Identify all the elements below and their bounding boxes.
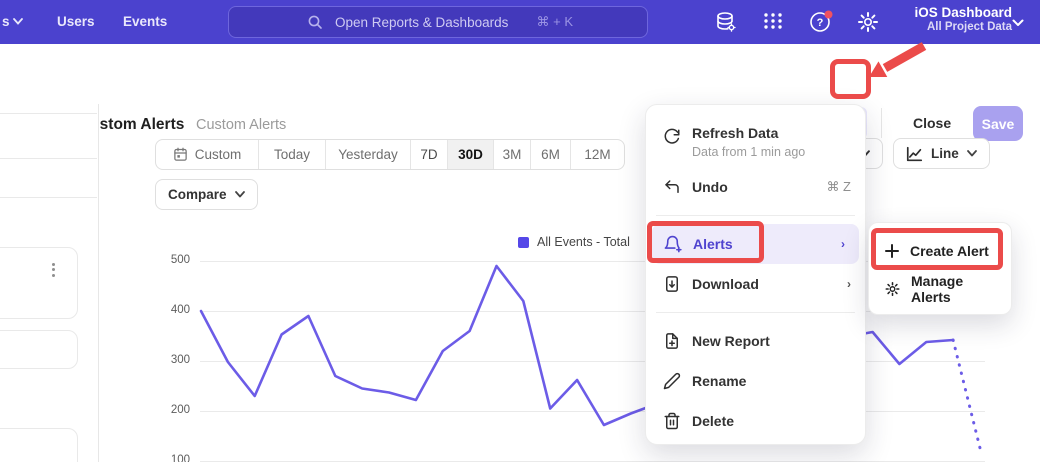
sidebar-divider bbox=[0, 158, 97, 159]
undo-icon bbox=[663, 178, 681, 196]
nav-item-users[interactable]: Users bbox=[57, 14, 95, 29]
download-icon bbox=[663, 275, 681, 293]
settings-gear-icon[interactable] bbox=[856, 10, 880, 34]
gear-icon bbox=[884, 280, 901, 298]
report-card[interactable] bbox=[0, 247, 78, 319]
nav-partial-label: s bbox=[2, 14, 10, 29]
project-scope: All Project Data bbox=[914, 21, 1012, 33]
report-header: Custom Alerts Custom Alerts GV Duplicate… bbox=[0, 44, 1040, 104]
menu-item-download[interactable]: Download › bbox=[646, 264, 865, 304]
chevron-down-icon bbox=[13, 18, 23, 25]
series-projection bbox=[953, 340, 980, 448]
menu-item-sublabel: Data from 1 min ago bbox=[692, 145, 805, 159]
undo-shortcut: ⌘ Z bbox=[826, 179, 851, 195]
nav-item-events[interactable]: Events bbox=[123, 14, 167, 29]
menu-item-label: New Report bbox=[692, 333, 770, 349]
menu-item-undo[interactable]: Undo ⌘ Z bbox=[646, 167, 865, 207]
menu-item-label: Rename bbox=[692, 373, 746, 389]
app-root: s Users Events Open Reports & Dashboards… bbox=[0, 0, 1040, 462]
sidebar-divider bbox=[0, 197, 97, 198]
project-chevron-down-icon bbox=[1012, 19, 1024, 27]
menu-item-label: Alerts bbox=[693, 236, 733, 252]
more-options-menu: Refresh Data Data from 1 min ago Undo ⌘ … bbox=[645, 104, 866, 445]
menu-item-delete[interactable]: Delete bbox=[646, 401, 865, 441]
pencil-icon bbox=[663, 372, 681, 390]
project-switcher[interactable]: iOS Dashboard All Project Data bbox=[914, 5, 1012, 33]
nav-item-partial[interactable]: s bbox=[2, 14, 10, 29]
menu-item-alerts[interactable]: Alerts › bbox=[652, 224, 859, 264]
new-report-icon bbox=[663, 332, 681, 350]
menu-item-label: Download bbox=[692, 276, 759, 292]
menu-item-refresh-data[interactable]: Refresh Data Data from 1 min ago bbox=[646, 113, 865, 167]
alerts-submenu: Create Alert Manage Alerts bbox=[868, 222, 1012, 315]
menu-item-label: Undo bbox=[692, 179, 728, 195]
menu-item-new-report[interactable]: New Report bbox=[646, 321, 865, 361]
search-placeholder: Open Reports & Dashboards bbox=[335, 15, 508, 30]
search-shortcut-hint: ⌘ + K bbox=[537, 14, 574, 30]
menu-item-label: Refresh Data bbox=[692, 125, 778, 141]
trash-icon bbox=[663, 412, 681, 430]
search-icon bbox=[307, 14, 323, 30]
apps-grid-icon[interactable] bbox=[762, 10, 786, 34]
top-navigation-bar: s Users Events Open Reports & Dashboards… bbox=[0, 0, 1040, 44]
sidebar-divider bbox=[0, 113, 97, 114]
plus-icon bbox=[884, 243, 900, 259]
report-card[interactable] bbox=[0, 330, 78, 369]
global-search-input[interactable]: Open Reports & Dashboards ⌘ + K bbox=[228, 6, 648, 38]
report-card[interactable] bbox=[0, 428, 78, 462]
submenu-item-label: Create Alert bbox=[910, 243, 989, 259]
svg-text:?: ? bbox=[817, 17, 824, 29]
dashboard-sidebar bbox=[0, 104, 99, 462]
card-kebab-menu-icon[interactable] bbox=[52, 260, 56, 279]
menu-item-label: Delete bbox=[692, 413, 734, 429]
refresh-icon bbox=[663, 128, 681, 146]
data-management-icon[interactable] bbox=[715, 10, 739, 34]
submenu-item-create-alert[interactable]: Create Alert bbox=[869, 232, 1011, 270]
menu-item-rename[interactable]: Rename bbox=[646, 361, 865, 401]
submenu-chevron-icon: › bbox=[841, 237, 845, 251]
submenu-chevron-icon: › bbox=[847, 277, 851, 291]
submenu-item-label: Manage Alerts bbox=[911, 273, 1001, 305]
submenu-item-manage-alerts[interactable]: Manage Alerts bbox=[869, 270, 1011, 308]
project-name: iOS Dashboard bbox=[914, 5, 1012, 20]
menu-divider bbox=[656, 312, 855, 313]
help-icon[interactable]: ? bbox=[809, 10, 833, 34]
alert-bell-icon bbox=[663, 235, 682, 254]
menu-divider bbox=[656, 215, 855, 216]
